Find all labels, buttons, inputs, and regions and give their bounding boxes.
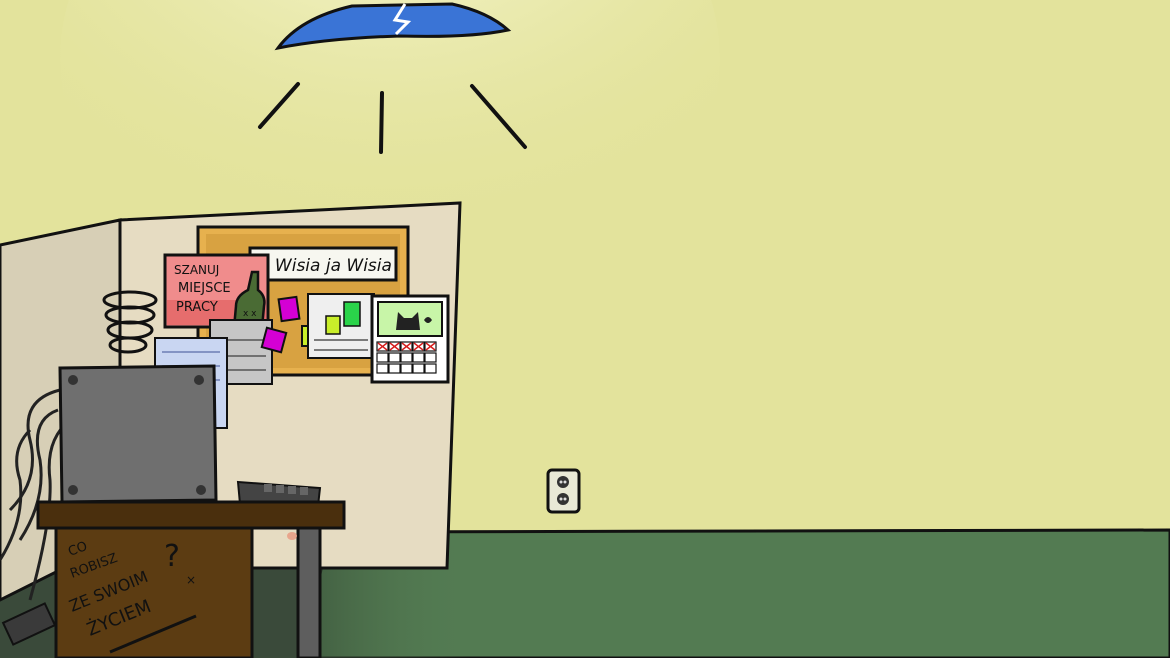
banner-text: Ja Wisia ja Wisia bbox=[251, 256, 392, 276]
game-scene: Ja Wisia ja Wisia SZANUJ MIEJSCE PRACY x… bbox=[0, 0, 1170, 658]
poster-line-3: PRACY bbox=[176, 300, 218, 315]
calendar-icon[interactable] bbox=[370, 294, 450, 384]
wall-socket-icon[interactable] bbox=[546, 468, 581, 514]
pc-case[interactable] bbox=[58, 364, 218, 504]
poster-line-1: SZANUJ bbox=[174, 263, 219, 277]
graffiti-x-mark: × bbox=[186, 573, 196, 587]
poster-line-2: MIEJSCE bbox=[178, 281, 231, 296]
notice-paper bbox=[307, 293, 375, 359]
corkboard-banner: Ja Wisia ja Wisia bbox=[248, 246, 398, 282]
graffiti-question-mark: ? bbox=[164, 539, 180, 574]
svg-text:x x: x x bbox=[243, 309, 257, 319]
